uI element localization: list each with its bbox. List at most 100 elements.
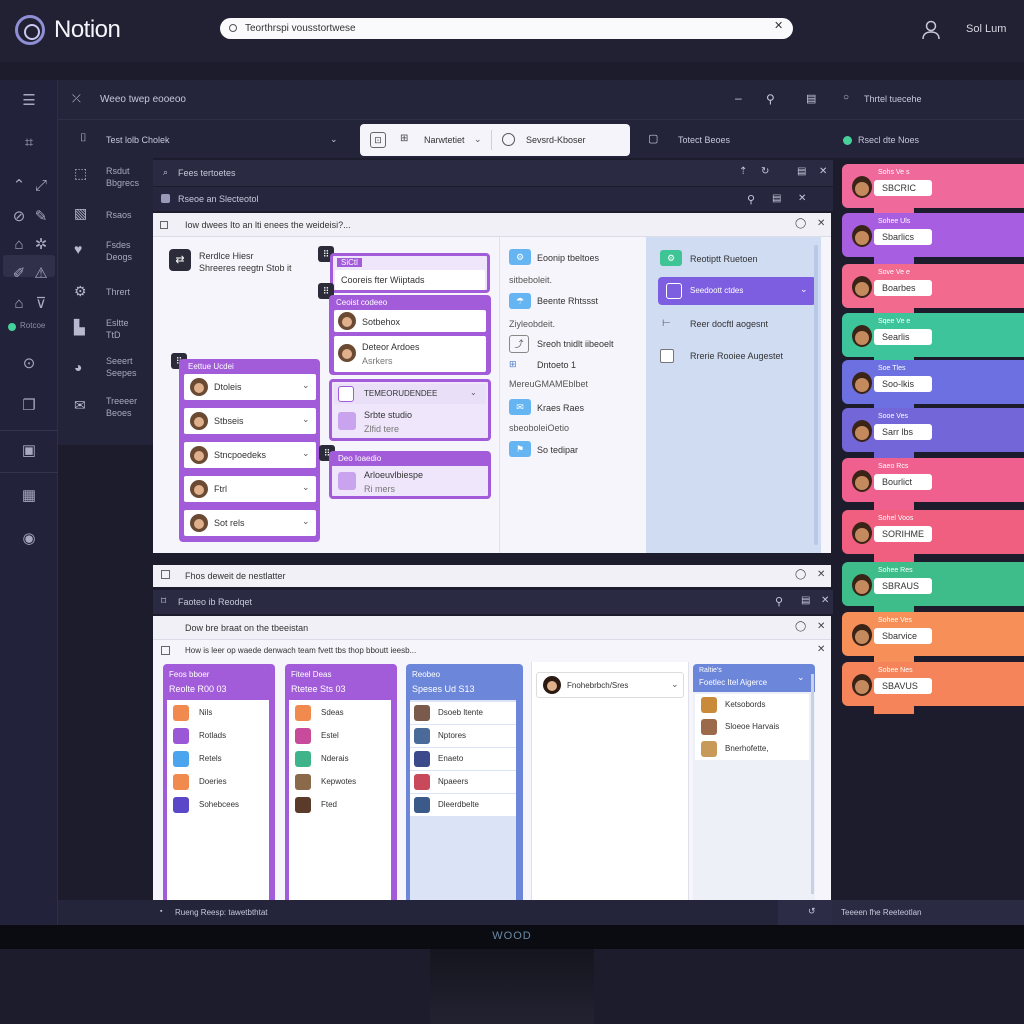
chevron-down-icon[interactable]: ⌄ bbox=[302, 516, 310, 527]
bell-icon[interactable]: ⌂ bbox=[10, 295, 28, 313]
list-item[interactable]: TEMEORUDENDEE bbox=[334, 384, 486, 404]
search-icon[interactable]: ⚲ bbox=[747, 193, 755, 206]
table-view-icon[interactable]: ⊞ bbox=[400, 133, 408, 144]
group-title[interactable]: Cooreis fter Wiiptads bbox=[335, 270, 485, 290]
item-label[interactable]: Dntoeto 1 bbox=[537, 360, 576, 370]
refresh-icon[interactable]: ↻ bbox=[761, 166, 769, 177]
contact-card[interactable]: Sohee Res SBRAUS bbox=[842, 562, 1024, 614]
footer-control[interactable] bbox=[778, 900, 832, 925]
save-icon[interactable]: ▤ bbox=[801, 595, 810, 606]
expand-icon[interactable]: ⤢ bbox=[32, 177, 50, 195]
list-item[interactable]: Deteor Ardoes Asrkers bbox=[334, 336, 486, 372]
mail-icon[interactable]: ✉ bbox=[74, 397, 92, 415]
close-icon[interactable]: ✕ bbox=[817, 644, 825, 655]
pencil-icon[interactable]: ✎ bbox=[32, 208, 50, 226]
heart-icon[interactable]: ♥ bbox=[74, 241, 92, 259]
contact-card[interactable]: Sohee Uls Sbarlics bbox=[842, 213, 1024, 265]
contact-card[interactable]: Sooe Ves Sarr lbs bbox=[842, 408, 1024, 460]
chevron-down-icon[interactable]: ⌄ bbox=[797, 672, 805, 683]
item-label[interactable]: So tedipar bbox=[537, 445, 578, 455]
user-name[interactable]: Sol Lum bbox=[966, 23, 1006, 35]
item-label[interactable]: Reer docftl aogesnt bbox=[690, 319, 768, 329]
chevron-down-icon[interactable]: ⌄ bbox=[470, 388, 477, 397]
globe-icon[interactable] bbox=[502, 133, 515, 146]
item-label[interactable]: Eoonip tbeltoes bbox=[537, 253, 599, 263]
user-icon[interactable] bbox=[922, 20, 940, 40]
minimize-icon[interactable]: – bbox=[735, 91, 742, 105]
close-icon[interactable]: ✕ bbox=[817, 569, 825, 580]
group-card[interactable]: SiCtl Cooreis fter Wiiptads bbox=[330, 253, 490, 293]
notion-logo-icon[interactable] bbox=[15, 15, 45, 45]
search-input[interactable]: Teorthrspi vousstortwese bbox=[220, 18, 793, 39]
chart-icon[interactable]: ▙ bbox=[74, 319, 92, 337]
contact-card[interactable]: Saeo Rcs Bourlict bbox=[842, 458, 1024, 510]
item-label[interactable]: Reotiptt Ruetoen bbox=[690, 254, 758, 264]
checkbox-icon[interactable] bbox=[161, 646, 170, 655]
person-picker[interactable]: Fnohebrbch/Sres ⌄ bbox=[536, 672, 684, 698]
contact-card[interactable]: Sqee Ve e Searlis bbox=[842, 313, 1024, 365]
sidebar-item-label[interactable]: Thrert bbox=[106, 286, 130, 298]
breadcrumb[interactable]: Weeo twep eooeoo bbox=[100, 94, 186, 105]
clear-search-icon[interactable]: ✕ bbox=[774, 19, 783, 32]
contact-card[interactable]: Soe Tles Soo-lkis bbox=[842, 360, 1024, 412]
calendar-icon[interactable]: ▦ bbox=[20, 487, 38, 505]
view-button-1[interactable]: Narwtetiet bbox=[424, 135, 465, 145]
sidebar-item-label[interactable]: Fsdes bbox=[106, 239, 131, 251]
contact-card[interactable]: Sove Ve e Boarbes bbox=[842, 264, 1024, 316]
save-icon[interactable]: ▤ bbox=[797, 166, 806, 177]
sidebar-item-label[interactable]: Rsdut bbox=[106, 165, 130, 177]
menu-icon[interactable]: ☰ bbox=[20, 92, 38, 110]
group-card[interactable]: Deo Ioaedio Arloeuvlbiespe Ri mers bbox=[329, 451, 491, 499]
shuffle-icon[interactable]: ⇄ bbox=[169, 249, 191, 271]
item-label[interactable]: Beente Rhtssst bbox=[537, 296, 598, 306]
contact-card[interactable]: Sohs Ve s SBCRIC bbox=[842, 164, 1024, 216]
contact-card[interactable]: Sohee Ves Sbarvice bbox=[842, 612, 1024, 664]
item-label[interactable]: Rrerie Rooiee Augestet bbox=[690, 351, 783, 361]
grid-icon[interactable]: ⌗ bbox=[20, 134, 38, 152]
location-icon[interactable]: ⊙ bbox=[20, 355, 38, 373]
dropdown-header[interactable]: Raltie's Foetlec Itel Aigerce ⌄ bbox=[693, 664, 815, 692]
view-right-label[interactable]: Totect Beoes bbox=[678, 135, 730, 145]
pin-icon[interactable]: ⌃ bbox=[10, 177, 28, 195]
chevron-down-icon[interactable]: ⌄ bbox=[474, 134, 482, 145]
checkbox-icon[interactable] bbox=[160, 221, 168, 229]
save-icon[interactable]: ▤ bbox=[806, 92, 816, 105]
contact-card[interactable]: Sobee Nes SBAVUS bbox=[842, 662, 1024, 714]
sidebar-item-label[interactable]: Esltte bbox=[106, 317, 129, 329]
box-icon[interactable]: ▧ bbox=[74, 205, 92, 223]
close-icon[interactable]: ✕ bbox=[817, 218, 825, 229]
scrollbar[interactable] bbox=[811, 674, 814, 894]
dashed-box-icon[interactable]: ⬚ bbox=[74, 165, 92, 183]
up-icon[interactable]: ⇡ bbox=[739, 166, 747, 177]
chevron-down-icon[interactable]: ⌄ bbox=[302, 448, 310, 459]
search-icon[interactable]: ⚲ bbox=[766, 92, 775, 106]
close-icon[interactable]: ✕ bbox=[821, 595, 829, 606]
gear-icon[interactable]: ⚙ bbox=[74, 283, 92, 301]
palette-icon[interactable]: ◕ bbox=[74, 359, 92, 377]
chevron-down-icon[interactable]: ⌄ bbox=[800, 284, 808, 295]
sidebar-item-label[interactable]: Rsaos bbox=[106, 209, 132, 221]
chevron-down-icon[interactable]: ⌄ bbox=[302, 482, 310, 493]
tools-icon[interactable]: ⤫ bbox=[72, 93, 81, 106]
undo-icon[interactable]: ↺ bbox=[808, 906, 816, 917]
star-icon[interactable]: ✲ bbox=[32, 236, 50, 254]
edit-icon[interactable]: ✐ bbox=[10, 265, 28, 283]
box-icon[interactable]: ▢ bbox=[648, 132, 658, 145]
circle-icon[interactable]: ◯ bbox=[795, 569, 806, 580]
pin-icon[interactable]: ⌑ bbox=[161, 596, 166, 607]
list-item[interactable]: Sotbehox bbox=[334, 310, 486, 332]
search-icon[interactable]: ⚲ bbox=[775, 595, 783, 608]
page-icon[interactable]: ▣ bbox=[20, 442, 38, 460]
link-icon[interactable]: ⊘ bbox=[10, 208, 28, 226]
list-view-icon[interactable]: ⊡ bbox=[370, 132, 386, 148]
save-icon[interactable]: ▤ bbox=[772, 193, 781, 204]
close-icon[interactable]: ✕ bbox=[798, 193, 806, 204]
group-card[interactable]: Ceoist codeeo Sotbehox Deteor Ardoes Asr… bbox=[329, 295, 491, 375]
warning-icon[interactable]: ⚠ bbox=[32, 265, 50, 283]
sidebar-item-label[interactable]: Treeeer bbox=[106, 395, 137, 407]
chevron-down-icon[interactable]: ⌄ bbox=[302, 414, 310, 425]
collapsed-section[interactable]: Fhos deweit de nestlatter ◯ ✕ bbox=[153, 565, 831, 587]
chevron-down-icon[interactable]: ⌄ bbox=[330, 134, 338, 145]
right-label[interactable]: Thrtel tuecehe bbox=[864, 94, 922, 104]
item-label[interactable]: Kraes Raes bbox=[537, 403, 584, 413]
